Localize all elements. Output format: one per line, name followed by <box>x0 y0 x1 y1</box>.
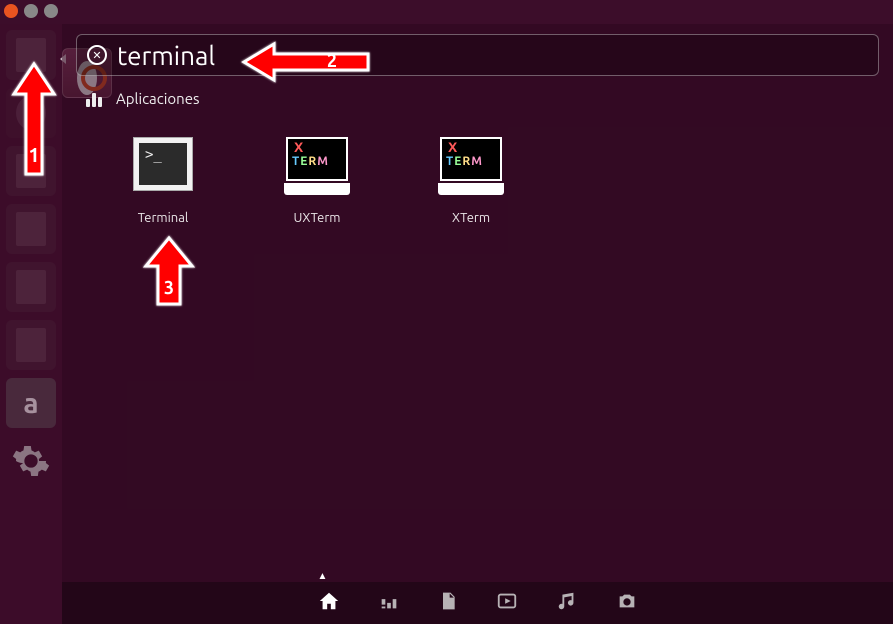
uxterm-icon: X TERM <box>286 137 348 181</box>
unity-dash: ✕ Aplicaciones >_ Terminal X TERM <box>62 24 893 624</box>
category-header: Aplicaciones <box>86 90 879 107</box>
annotation-arrow-1: 1 <box>2 56 66 186</box>
lens-video-icon[interactable] <box>496 590 518 616</box>
applications-category-icon <box>86 91 104 107</box>
window-minimize-button[interactable] <box>24 4 38 18</box>
launcher-software-icon[interactable] <box>6 320 56 370</box>
lens-files-icon[interactable] <box>438 590 458 616</box>
svg-text:1: 1 <box>28 143 39 166</box>
svg-text:3: 3 <box>164 278 174 298</box>
clear-search-button[interactable]: ✕ <box>87 45 107 65</box>
launcher-impress-icon[interactable] <box>6 262 56 312</box>
category-label: Aplicaciones <box>116 90 200 107</box>
amazon-glyph: a <box>23 388 38 419</box>
svg-text:2: 2 <box>327 51 337 71</box>
launcher-calc-icon[interactable] <box>6 204 56 254</box>
terminal-icon: >_ <box>133 137 193 191</box>
window-maximize-button[interactable] <box>44 4 58 18</box>
launcher-settings-icon[interactable] <box>6 436 56 486</box>
xterm-icon: X TERM <box>440 137 502 181</box>
window-close-button[interactable] <box>4 4 18 18</box>
lens-photos-icon[interactable] <box>616 590 638 616</box>
results-grid: >_ Terminal X TERM UXTerm X TERM <box>126 137 879 225</box>
result-xterm[interactable]: X TERM XTerm <box>434 137 508 225</box>
result-label: UXTerm <box>294 211 341 225</box>
gear-icon <box>11 441 51 481</box>
launcher-amazon-icon[interactable]: a <box>6 378 56 428</box>
result-label: XTerm <box>452 211 490 225</box>
lens-music-icon[interactable] <box>556 590 578 616</box>
result-terminal[interactable]: >_ Terminal <box>126 137 200 225</box>
dash-search-bar: ✕ <box>76 34 879 76</box>
result-label: Terminal <box>138 211 189 225</box>
lens-home-icon[interactable] <box>318 590 340 616</box>
lens-applications-icon[interactable] <box>378 590 400 616</box>
lens-caret-icon: ▲ <box>318 570 328 582</box>
annotation-arrow-2: 2 <box>236 38 376 86</box>
window-controls <box>4 4 58 18</box>
annotation-arrow-3: 3 <box>134 232 204 312</box>
dash-search-input[interactable] <box>117 41 868 70</box>
result-uxterm[interactable]: X TERM UXTerm <box>280 137 354 225</box>
lens-bar <box>62 582 893 624</box>
